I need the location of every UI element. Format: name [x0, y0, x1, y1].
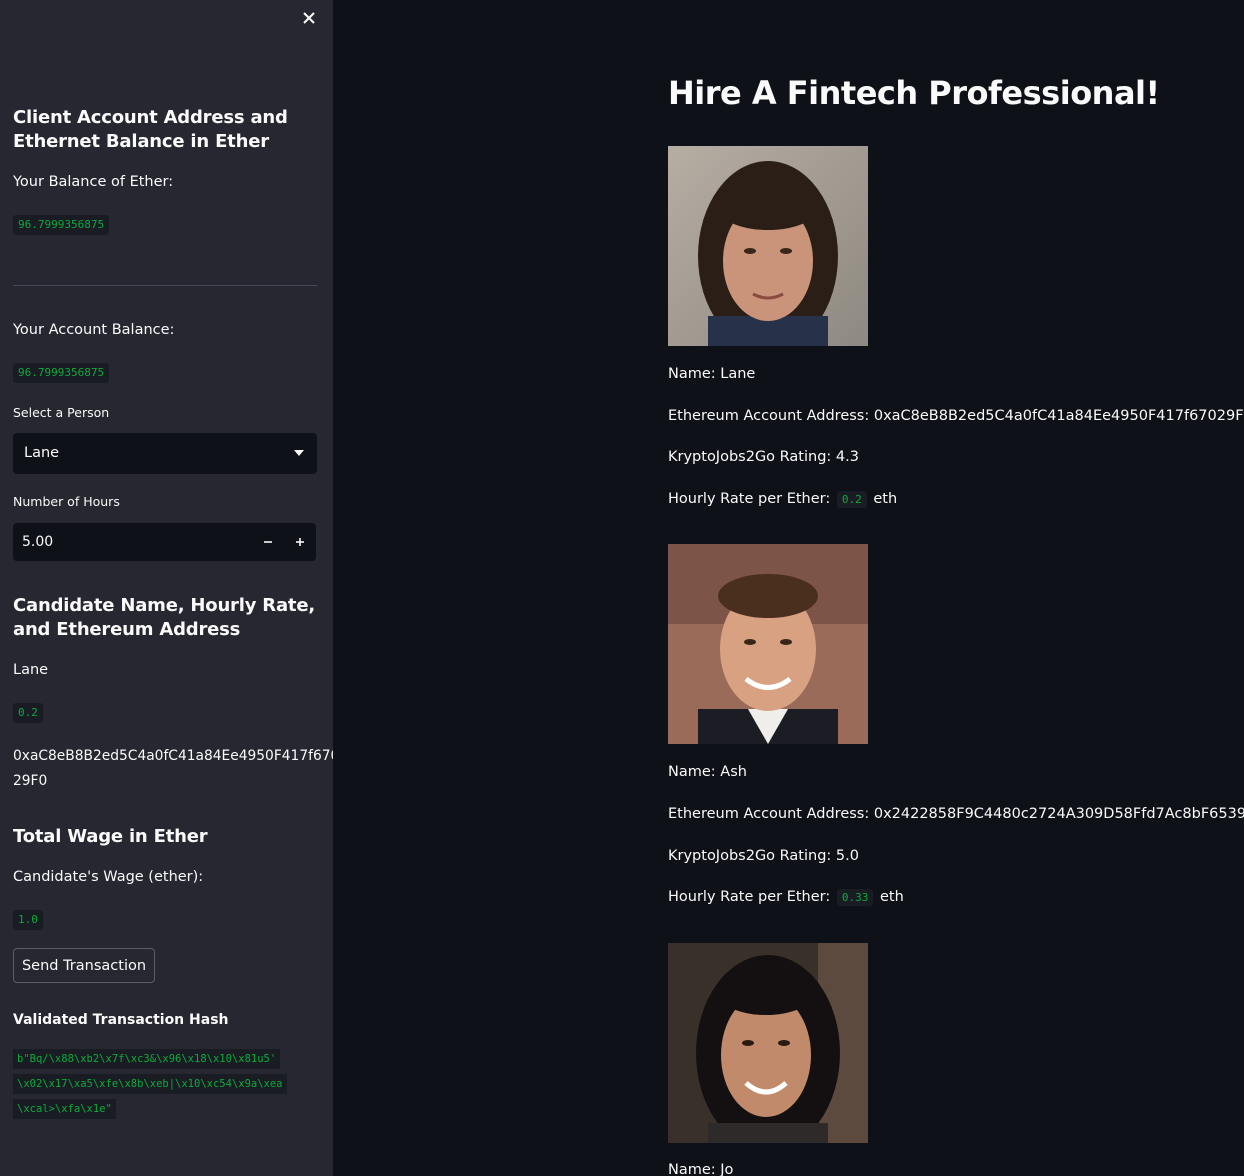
candidate-heading: Candidate Name, Hourly Rate, and Ethereu…	[13, 595, 315, 640]
select-person-dropdown[interactable]: Lane	[13, 433, 317, 474]
account-balance-value: 96.7999356875	[13, 363, 110, 383]
account-heading: Client Account Address and Ethernet Bala…	[13, 107, 288, 152]
wage-label: Candidate's Wage (ether):	[13, 869, 204, 885]
hash-heading: Validated Transaction Hash	[13, 1012, 229, 1028]
candidate-address-line-2: 29F0	[13, 773, 48, 789]
close-icon	[303, 12, 315, 24]
candidate-photo-ash	[668, 544, 868, 744]
candidate-rating-1: KryptoJobs2Go Rating: 4.3	[668, 449, 859, 465]
plus-icon	[296, 538, 304, 546]
hash-line-1: b"Bq/\x88\xb2\x7f\xc3&\x96\x18\x10\x81u5…	[13, 1049, 281, 1069]
balance-of-ether-label: Your Balance of Ether:	[13, 174, 174, 190]
candidate-rate-row-2: Hourly Rate per Ether: 0.33 eth	[668, 887, 904, 908]
candidate-rate-row-1: Hourly Rate per Ether: 0.2 eth	[668, 489, 897, 510]
divider	[13, 285, 317, 286]
rate-unit-2: eth	[879, 889, 904, 905]
account-balance-label: Your Account Balance:	[13, 322, 175, 338]
rate-label-2: Hourly Rate per Ether:	[668, 889, 831, 905]
hours-label: Number of Hours	[13, 494, 120, 509]
candidate-name: Lane	[13, 662, 49, 678]
chevron-down-icon	[294, 450, 304, 456]
rate-value-1: 0.2	[836, 491, 867, 508]
page-title: Hire A Fintech Professional!	[668, 74, 1160, 112]
balance-of-ether-value: 96.7999356875	[13, 215, 110, 235]
candidate-address-2: Ethereum Account Address: 0x2422858F9C44…	[668, 806, 1244, 822]
select-person-value: Lane	[24, 445, 60, 461]
hash-line-3: \xcal>\xfa\x1e"	[13, 1099, 116, 1119]
rate-unit-1: eth	[873, 491, 898, 507]
wage-value: 1.0	[13, 910, 43, 930]
candidate-address-line-1: 0xaC8eB8B2ed5C4a0fC41a84Ee4950F417f670	[13, 748, 333, 764]
candidate-photo-jo	[668, 943, 868, 1143]
minus-icon	[264, 541, 272, 543]
hash-line-2: \x02\x17\xa5\xfe\x8b\xeb|\x10\xc54\x9a\x…	[13, 1074, 287, 1094]
hours-input[interactable]: 5.00	[13, 523, 316, 561]
send-transaction-button[interactable]: Send Transaction	[13, 948, 155, 983]
candidate-name-3: Name: Jo	[668, 1162, 734, 1176]
rate-value-2: 0.33	[836, 889, 874, 906]
select-person-label: Select a Person	[13, 405, 110, 420]
main-content: Hire A Fintech Professional! Name: Lane …	[333, 0, 1244, 1176]
candidate-name-2: Name: Ash	[668, 764, 747, 780]
candidate-photo-lane	[668, 146, 868, 346]
rate-label-1: Hourly Rate per Ether:	[668, 491, 831, 507]
hours-value[interactable]: 5.00	[22, 532, 53, 552]
increment-button[interactable]	[284, 523, 316, 561]
candidate-address-1: Ethereum Account Address: 0xaC8eB8B2ed5C…	[668, 408, 1244, 424]
candidate-rating-2: KryptoJobs2Go Rating: 5.0	[668, 848, 859, 864]
decrement-button[interactable]	[252, 523, 284, 561]
wage-heading: Total Wage in Ether	[13, 826, 208, 847]
candidate-name-1: Name: Lane	[668, 366, 756, 382]
close-sidebar-button[interactable]	[297, 6, 321, 30]
transaction-hash: b"Bq/\x88\xb2\x7f\xc3&\x96\x18\x10\x81u5…	[13, 1049, 317, 1124]
sidebar: Client Account Address and Ethernet Bala…	[0, 0, 333, 1176]
candidate-rate: 0.2	[13, 703, 43, 723]
candidate-address: 0xaC8eB8B2ed5C4a0fC41a84Ee4950F417f670 2…	[13, 744, 333, 794]
